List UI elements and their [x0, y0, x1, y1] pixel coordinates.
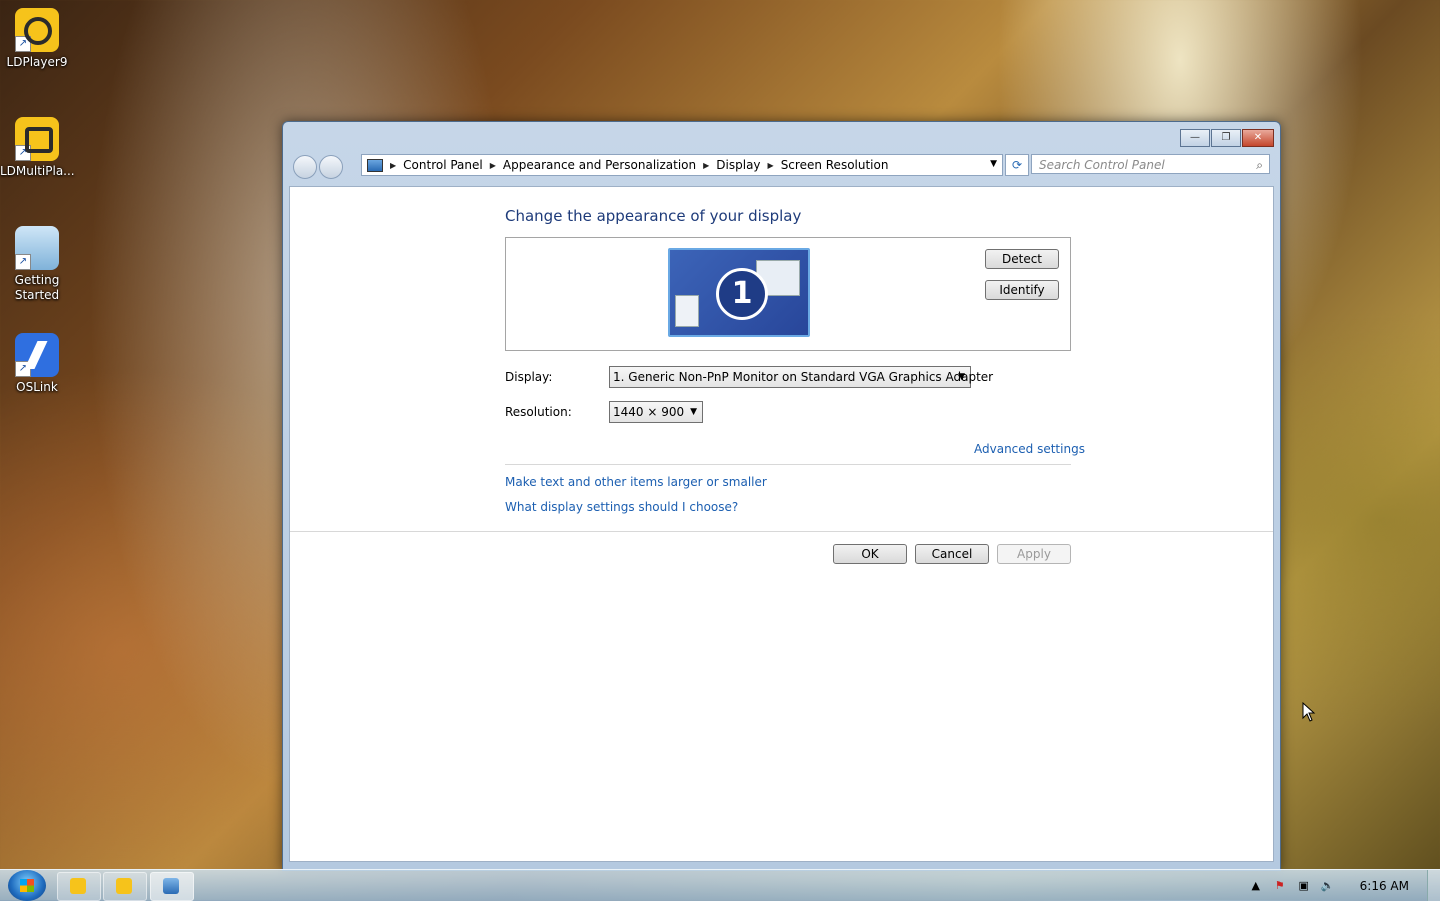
minimize-button[interactable]: — — [1180, 129, 1210, 147]
screen-resolution-window: — ❐ ✕ ▶ Control Panel ▶ Appearance and P… — [282, 121, 1281, 871]
search-input[interactable]: Search Control Panel ⌕ — [1031, 154, 1270, 174]
desktop-icon-ldmultiplayer[interactable]: ↗ LDMultiPla... — [0, 117, 75, 179]
search-placeholder: Search Control Panel — [1039, 158, 1165, 172]
system-tray: ▲ ⚑ ▣ 🔈 6:16 AM — [1244, 870, 1440, 901]
getting-started-icon: ↗ — [15, 226, 59, 270]
divider — [505, 464, 1071, 465]
show-desktop-button[interactable] — [1427, 870, 1440, 901]
taskbar-ldplayer[interactable] — [57, 872, 101, 901]
identify-button[interactable]: Identify — [985, 280, 1059, 300]
ldplayer-icon: ↗ — [15, 8, 59, 52]
breadcrumb-display[interactable]: Display — [716, 158, 760, 172]
display-select-value: 1. Generic Non-PnP Monitor on Standard V… — [613, 370, 994, 384]
close-button[interactable]: ✕ — [1242, 129, 1274, 147]
action-center-icon[interactable]: ⚑ — [1272, 879, 1288, 893]
network-icon[interactable]: ▣ — [1296, 879, 1312, 893]
search-icon[interactable]: ⌕ — [1256, 155, 1263, 175]
shortcut-arrow-icon: ↗ — [15, 36, 31, 52]
clock[interactable]: 6:16 AM — [1360, 879, 1409, 893]
refresh-button[interactable]: ⟳ — [1005, 154, 1029, 176]
ldmultiplayer-icon — [116, 878, 132, 894]
ldmultiplayer-icon: ↗ — [15, 117, 59, 161]
show-hidden-icons-icon[interactable]: ▲ — [1248, 879, 1264, 893]
taskbar-display-settings[interactable] — [150, 872, 194, 901]
breadcrumb-control-panel[interactable]: Control Panel — [403, 158, 483, 172]
resolution-select-value: 1440 × 900 — [613, 405, 685, 419]
ok-button[interactable]: OK — [833, 544, 907, 564]
forward-button[interactable] — [319, 155, 343, 179]
page-title: Change the appearance of your display — [505, 207, 802, 225]
volume-muted-icon[interactable]: 🔈 — [1320, 879, 1336, 893]
monitor-preview-box: 1 Detect Identify — [505, 237, 1071, 351]
taskbar-ldmultiplayer[interactable] — [103, 872, 147, 901]
breadcrumb-screen-resolution[interactable]: Screen Resolution — [781, 158, 889, 172]
chevron-down-icon: ▼ — [690, 407, 697, 417]
caption-buttons: — ❐ ✕ — [1179, 129, 1274, 147]
oslink-icon: ↗ — [15, 333, 59, 377]
breadcrumb-separator-icon: ▶ — [390, 160, 397, 170]
resolution-select[interactable]: 1440 × 900 ▼ — [609, 401, 703, 423]
desktop-icon-label: Getting Started — [14, 273, 60, 302]
detect-button[interactable]: Detect — [985, 249, 1059, 269]
monitor-number-badge: 1 — [716, 268, 768, 320]
display-select[interactable]: 1. Generic Non-PnP Monitor on Standard V… — [609, 366, 993, 388]
content-pane: Change the appearance of your display 1 … — [289, 186, 1274, 862]
text-size-link[interactable]: Make text and other items larger or smal… — [505, 475, 767, 489]
window-thumbnail-icon — [675, 295, 699, 327]
shortcut-arrow-icon: ↗ — [15, 254, 31, 270]
address-bar[interactable]: ▶ Control Panel ▶ Appearance and Persona… — [361, 154, 1003, 176]
breadcrumb-separator-icon: ▶ — [703, 160, 710, 170]
desktop-icon-getting-started[interactable]: ↗ Getting Started — [0, 226, 74, 303]
shortcut-arrow-icon: ↗ — [15, 145, 31, 161]
monitor-1-preview[interactable]: 1 — [668, 248, 810, 337]
back-button[interactable] — [293, 155, 317, 179]
start-button[interactable] — [8, 870, 46, 901]
chevron-down-icon: ▼ — [958, 372, 965, 382]
display-settings-icon — [163, 878, 179, 894]
chevron-down-icon[interactable]: ▼ — [990, 159, 997, 169]
cancel-button[interactable]: Cancel — [915, 544, 989, 564]
desktop-icon-label: LDMultiPla... — [0, 164, 75, 178]
ldplayer-icon — [70, 878, 86, 894]
display-label: Display: — [505, 370, 553, 384]
desktop-icon-label: LDPlayer9 — [6, 55, 68, 69]
display-help-link[interactable]: What display settings should I choose? — [505, 500, 738, 514]
breadcrumb-appearance[interactable]: Appearance and Personalization — [503, 158, 696, 172]
taskbar: ▲ ⚑ ▣ 🔈 6:16 AM — [0, 869, 1440, 901]
advanced-settings-link[interactable]: Advanced settings — [974, 442, 1085, 456]
breadcrumb-separator-icon: ▶ — [767, 160, 774, 170]
desktop-icon-oslink[interactable]: ↗ OSLink — [0, 333, 74, 395]
resolution-label: Resolution: — [505, 405, 572, 419]
divider — [290, 531, 1273, 532]
desktop-icon-label: OSLink — [16, 380, 58, 394]
desktop-icon-ldplayer9[interactable]: ↗ LDPlayer9 — [0, 8, 74, 70]
maximize-button[interactable]: ❐ — [1211, 129, 1241, 147]
mouse-cursor-icon — [1302, 702, 1316, 722]
shortcut-arrow-icon: ↗ — [15, 361, 31, 377]
control-panel-icon — [367, 158, 383, 172]
breadcrumb-separator-icon: ▶ — [489, 160, 496, 170]
apply-button[interactable]: Apply — [997, 544, 1071, 564]
navigation-bar: ▶ Control Panel ▶ Appearance and Persona… — [289, 151, 1274, 179]
